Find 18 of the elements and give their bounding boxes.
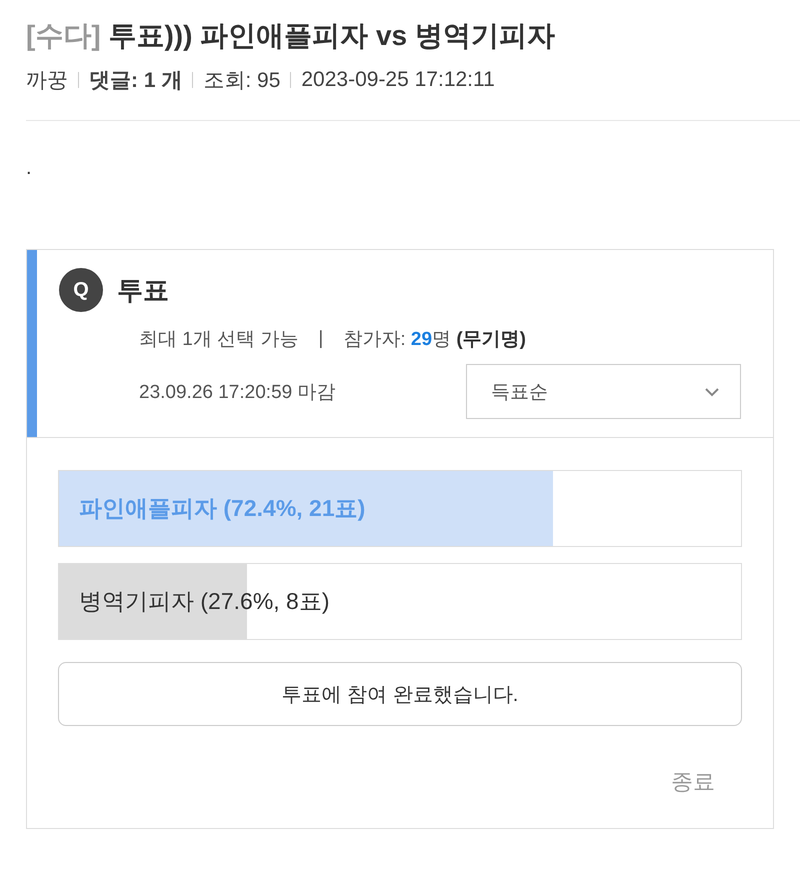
sort-select[interactable]: 득표순 [466, 364, 741, 419]
separator: | [318, 328, 324, 350]
question-badge: Q [59, 268, 103, 312]
post-meta: 조회: 95 [203, 68, 280, 94]
poll-title: 투표 [117, 274, 169, 306]
option-label: 병역기피자 (27.6%, 8표) [79, 587, 330, 616]
post-meta: 댓글: 1 개 [89, 68, 182, 94]
post-title: [수다] 투표))) 파인애플피자 vs 병역기피자 [26, 19, 556, 53]
option-label: 파인애플피자 (72.4%, 21표) [79, 494, 366, 523]
post-meta: 2023-09-25 17:12:11 [301, 68, 495, 92]
post-body: . [26, 157, 33, 181]
selection-limit: 최대 1개 선택 가능 [139, 328, 298, 352]
post-meta: 까꿍 [26, 68, 68, 94]
participant-count: 참가자: 29명 (무기명) [343, 328, 526, 352]
poll-option[interactable]: 병역기피자 (27.6%, 8표) [58, 563, 742, 640]
poll-deadline: 23.09.26 17:20:59 마감 [139, 380, 336, 404]
chevron-down-icon [704, 386, 720, 396]
vote-status-button[interactable]: 투표에 참여 완료했습니다. [58, 662, 742, 726]
